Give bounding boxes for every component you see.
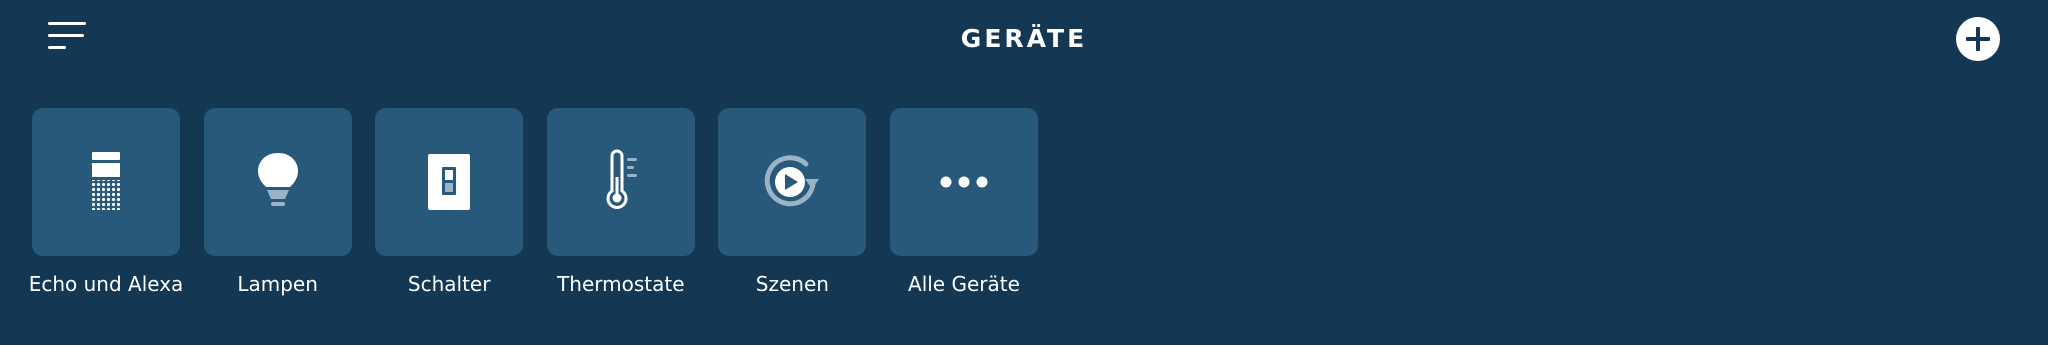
light-switch-icon xyxy=(428,154,471,210)
page-title: GERÄTE xyxy=(960,24,1088,53)
device-category-list: Echo und Alexa Lampen Schalter Thermosta… xyxy=(29,108,1062,296)
category-tile[interactable] xyxy=(203,108,352,256)
category-label: Alle Geräte xyxy=(908,272,1020,296)
category-lampen[interactable]: Lampen xyxy=(203,108,352,296)
light-bulb-icon xyxy=(257,153,298,206)
category-schalter[interactable]: Schalter xyxy=(375,108,524,296)
category-thermostate[interactable]: Thermostate xyxy=(546,108,695,296)
category-tile[interactable] xyxy=(718,108,867,256)
category-alle-geraete[interactable]: Alle Geräte xyxy=(889,108,1038,296)
category-tile[interactable] xyxy=(375,108,524,256)
plus-circle-icon xyxy=(1956,17,2000,61)
category-tile[interactable] xyxy=(889,108,1038,256)
category-szenen[interactable]: Szenen xyxy=(718,108,867,296)
category-tile[interactable] xyxy=(546,108,695,256)
thermometer-icon xyxy=(606,149,637,209)
category-echo-alexa[interactable]: Echo und Alexa xyxy=(29,108,183,296)
scene-play-icon xyxy=(765,155,820,207)
echo-speaker-icon xyxy=(92,152,120,210)
add-device-button[interactable] xyxy=(1956,17,2000,61)
category-tile[interactable] xyxy=(32,108,180,256)
more-dots-icon xyxy=(940,176,988,188)
